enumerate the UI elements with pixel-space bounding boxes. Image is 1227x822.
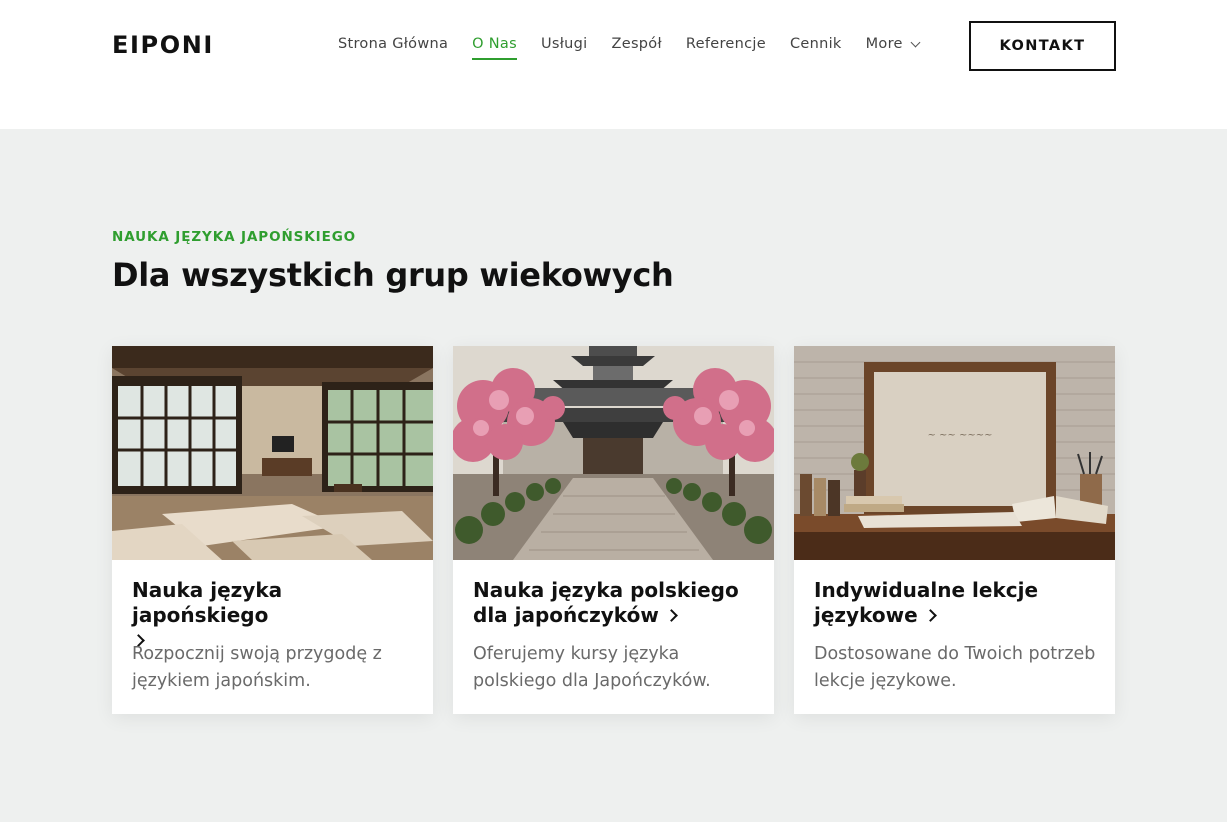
card-title-text: Nauka języka japońskiego [132, 578, 283, 627]
nav-item-services[interactable]: Usługi [541, 36, 588, 62]
section-eyebrow: NAUKA JĘZYKA JAPOŃSKIEGO [112, 229, 357, 245]
card-title[interactable]: Indywidualne lekcje językowe [814, 578, 1104, 628]
chevron-right-icon [664, 609, 678, 622]
nav-item-about[interactable]: O Nas [472, 36, 517, 62]
nav-item-pricing[interactable]: Cennik [790, 36, 842, 62]
card-image-tatami-room [112, 346, 433, 560]
card-title-text: Nauka języka polskiego dla japończyków [473, 578, 739, 627]
nav-item-home[interactable]: Strona Główna [338, 36, 448, 62]
service-card-japanese[interactable]: Nauka języka japońskiego Rozpocznij swoj… [112, 346, 433, 714]
card-image-temple [453, 346, 774, 560]
service-card-individual[interactable]: ~ ~~ ~~~~ Indywidualne lekcje językowe D… [794, 346, 1115, 714]
site-header: EIPONI Strona Główna O Nas Usługi Zespół… [0, 0, 1227, 129]
section-heading: Dla wszystkich grup wiekowych [112, 256, 674, 294]
nav-more-label: More [865, 36, 903, 52]
card-image-framed-board: ~ ~~ ~~~~ [794, 346, 1115, 560]
card-description: Oferujemy kursy języka polskiego dla Jap… [473, 644, 711, 691]
svg-text:~ ~~ ~~~~: ~ ~~ ~~~~ [927, 430, 992, 441]
contact-button[interactable]: KONTAKT [969, 21, 1116, 71]
main-nav: Strona Główna O Nas Usługi Zespół Refere… [338, 36, 943, 62]
card-title-text: Indywidualne lekcje językowe [814, 578, 1039, 627]
chevron-right-icon [923, 609, 937, 622]
card-description: Rozpocznij swoją przygodę z językiem jap… [132, 644, 382, 691]
nav-item-team[interactable]: Zespół [611, 36, 661, 62]
card-description: Dostosowane do Twoich potrzeb lekcje jęz… [814, 644, 1096, 691]
nav-item-references[interactable]: Referencje [686, 36, 766, 62]
site-logo[interactable]: EIPONI [112, 31, 214, 59]
nav-item-more[interactable]: More [865, 36, 921, 62]
chevron-down-icon [910, 37, 921, 48]
service-card-polish[interactable]: Nauka języka polskiego dla japończyków O… [453, 346, 774, 714]
card-title[interactable]: Nauka języka polskiego dla japończyków [473, 578, 763, 628]
